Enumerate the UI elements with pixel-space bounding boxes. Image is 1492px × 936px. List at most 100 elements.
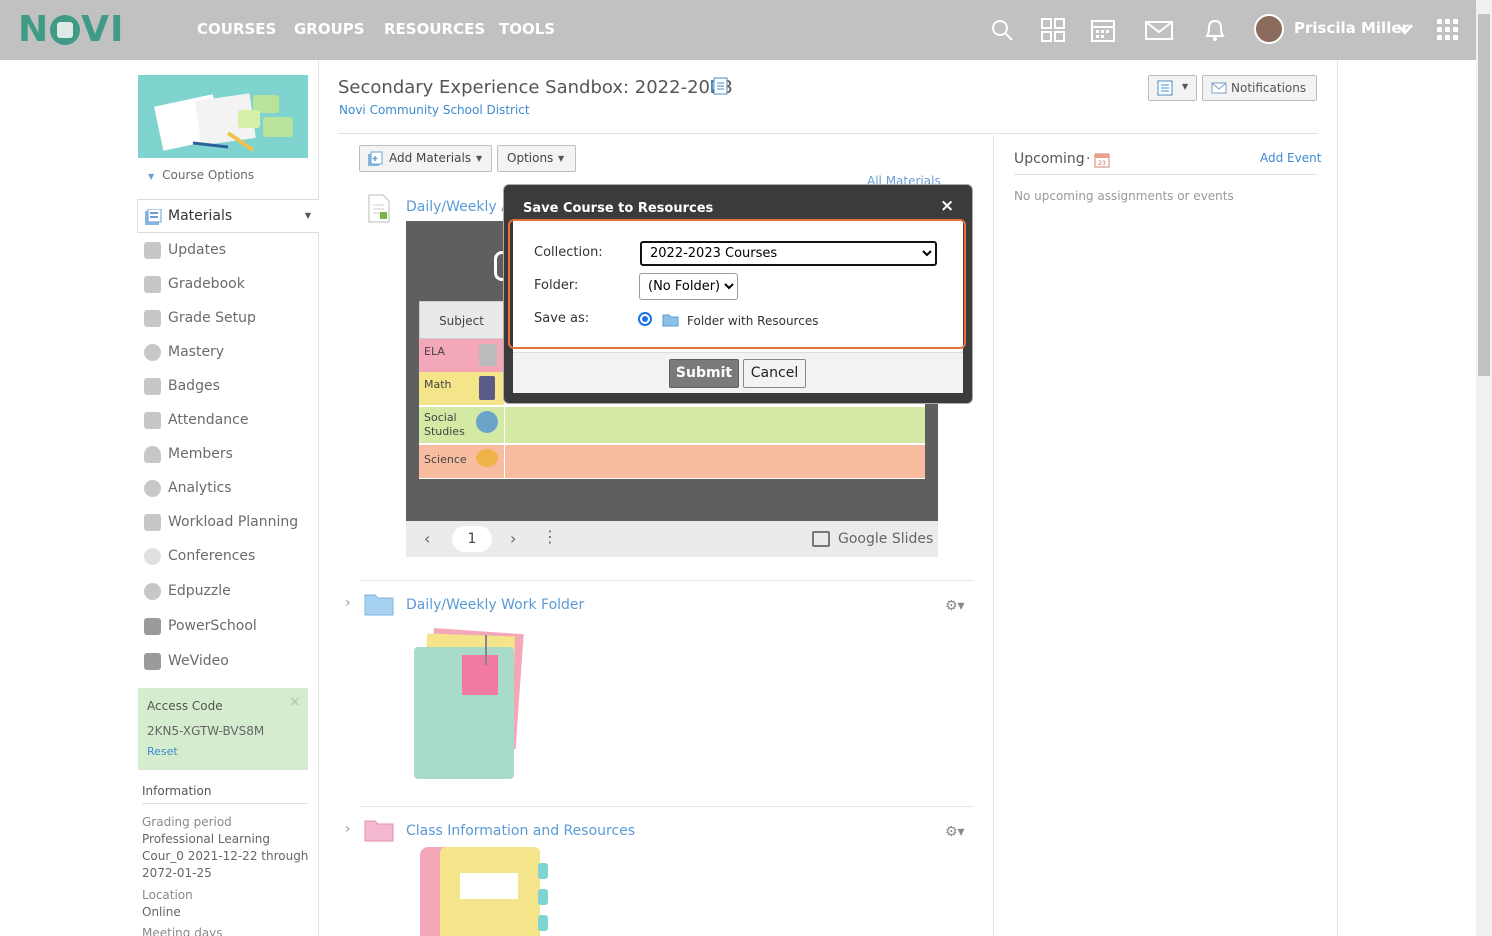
divider bbox=[993, 135, 994, 936]
sidebar-item-gradebook[interactable]: Gradebook bbox=[138, 269, 318, 299]
sidebar-item-edpuzzle[interactable]: Edpuzzle bbox=[138, 576, 318, 606]
sidebar-item-label: Conferences bbox=[168, 548, 256, 564]
apps-grid-icon[interactable] bbox=[1040, 17, 1066, 43]
sidebar-item-label: Members bbox=[168, 446, 233, 462]
sidebar-item-label: PowerSchool bbox=[168, 618, 257, 634]
expand-chevron-icon[interactable]: › bbox=[345, 595, 351, 611]
sidebar-item-powerschool[interactable]: PowerSchool bbox=[138, 611, 318, 641]
sidebar-item-grade-setup[interactable]: Grade Setup bbox=[138, 303, 318, 333]
page-scrollbar[interactable] bbox=[1476, 0, 1492, 936]
close-icon[interactable]: × bbox=[940, 196, 954, 216]
gear-icon[interactable]: ⚙▾ bbox=[945, 598, 965, 614]
slide-row-fill bbox=[505, 445, 925, 478]
analytics-icon bbox=[144, 480, 161, 497]
launcher-grid-icon[interactable] bbox=[1437, 19, 1459, 41]
document-icon bbox=[366, 194, 392, 224]
upcoming-title: Upcoming bbox=[1014, 151, 1085, 167]
members-icon bbox=[144, 446, 161, 463]
slide-row-label: Math bbox=[424, 378, 452, 391]
sidebar-item-label: Gradebook bbox=[168, 276, 245, 292]
sidebar-item-label: Grade Setup bbox=[168, 310, 256, 326]
expand-chevron-icon[interactable]: › bbox=[345, 821, 351, 837]
calendar-icon[interactable]: 23 bbox=[1094, 152, 1110, 168]
calculator-icon bbox=[479, 376, 495, 400]
nav-resources[interactable]: RESOURCES bbox=[384, 20, 485, 38]
google-slides-brand: Google Slides bbox=[838, 531, 934, 547]
mail-icon[interactable] bbox=[1145, 17, 1173, 43]
sidebar-item-workload-planning[interactable]: Workload Planning bbox=[138, 507, 318, 537]
caret-down-icon: ▼ bbox=[476, 154, 483, 163]
folder-title-link[interactable]: Daily/Weekly Work Folder bbox=[406, 597, 584, 613]
slide-row-label: ELA bbox=[424, 345, 445, 358]
dialog-title: Save Course to Resources bbox=[523, 201, 714, 216]
scrollbar-thumb[interactable] bbox=[1478, 14, 1490, 376]
slide-page-number[interactable]: 1 bbox=[452, 526, 492, 552]
close-icon[interactable]: × bbox=[289, 694, 301, 710]
course-profile-icon[interactable] bbox=[711, 77, 729, 95]
slide-row-label: Science bbox=[424, 453, 467, 466]
meeting-days-label: Meeting days bbox=[142, 926, 223, 936]
add-event-link[interactable]: Add Event bbox=[1260, 151, 1321, 165]
options-button[interactable]: Options ▼ bbox=[497, 145, 576, 172]
sidebar-item-badges[interactable]: Badges bbox=[138, 371, 318, 401]
globe-icon bbox=[476, 411, 498, 433]
sidebar-item-materials[interactable]: Materials ▼ bbox=[137, 199, 319, 233]
gear-icon[interactable]: ⚙▾ bbox=[945, 824, 965, 840]
sidebar-item-label: Mastery bbox=[168, 344, 225, 360]
grading-period-line: Professional Learning bbox=[142, 832, 271, 846]
nav-courses[interactable]: COURSES bbox=[197, 20, 276, 38]
divider bbox=[1014, 174, 1317, 175]
slides-nav-bar: ‹ 1 › ⋮ Google Slides bbox=[406, 521, 938, 557]
nav-groups[interactable]: GROUPS bbox=[294, 20, 365, 38]
access-code-panel: Access Code × 2KN5-XGTW-BVS8M Reset bbox=[138, 688, 308, 770]
sidebar-item-conferences[interactable]: Conferences bbox=[138, 541, 318, 571]
submit-button[interactable]: Submit bbox=[669, 359, 739, 388]
sidebar-item-updates[interactable]: Updates bbox=[138, 235, 318, 265]
divider bbox=[318, 60, 319, 936]
folder-icon bbox=[364, 818, 394, 842]
next-slide-icon[interactable]: › bbox=[510, 529, 516, 548]
add-materials-button[interactable]: Add Materials ▼ bbox=[359, 145, 492, 172]
caret-down-icon: ▼ bbox=[1182, 82, 1189, 91]
svg-text:23: 23 bbox=[1098, 160, 1106, 167]
novi-logo[interactable]: N VI bbox=[18, 12, 136, 48]
prev-slide-icon[interactable]: ‹ bbox=[424, 529, 430, 548]
conferences-icon bbox=[144, 548, 161, 565]
cancel-button[interactable]: Cancel bbox=[743, 359, 806, 388]
chevron-down-icon[interactable] bbox=[1396, 22, 1414, 36]
edpuzzle-icon bbox=[144, 583, 161, 600]
bell-icon[interactable] bbox=[1202, 17, 1228, 43]
sidebar-item-wevideo[interactable]: WeVideo bbox=[138, 646, 318, 676]
calendar-icon[interactable] bbox=[1090, 17, 1116, 43]
grade-setup-icon bbox=[144, 310, 161, 327]
divider bbox=[338, 133, 1318, 134]
avatar[interactable] bbox=[1254, 14, 1284, 44]
mail-icon bbox=[1211, 81, 1227, 95]
sidebar-item-label: WeVideo bbox=[168, 653, 229, 669]
divider bbox=[360, 806, 974, 807]
sidebar-item-label: Analytics bbox=[168, 480, 232, 496]
upcoming-empty-text: No upcoming assignments or events bbox=[1014, 189, 1234, 203]
powerschool-icon bbox=[144, 618, 161, 635]
location-value: Online bbox=[142, 905, 181, 919]
folder-icon bbox=[364, 592, 394, 616]
nav-tools[interactable]: TOOLS bbox=[499, 20, 555, 38]
sidebar-item-analytics[interactable]: Analytics bbox=[138, 473, 318, 503]
search-icon[interactable] bbox=[989, 17, 1015, 43]
grading-period-line: Cour_0 2021-12-22 through bbox=[142, 849, 309, 863]
more-options-icon[interactable]: ⋮ bbox=[542, 527, 558, 546]
notifications-button[interactable]: Notifications bbox=[1202, 75, 1317, 101]
district-link[interactable]: Novi Community School District bbox=[339, 103, 530, 117]
reset-access-code-link[interactable]: Reset bbox=[147, 745, 178, 758]
divider bbox=[142, 803, 308, 804]
options-label: Options bbox=[507, 151, 554, 165]
sidebar-item-attendance[interactable]: Attendance bbox=[138, 405, 318, 435]
gradebook-icon bbox=[144, 276, 161, 293]
access-code-title: Access Code bbox=[147, 699, 223, 713]
course-options-link[interactable]: ▼ Course Options bbox=[148, 168, 254, 182]
sidebar-item-members[interactable]: Members bbox=[138, 439, 318, 469]
folder-title-link[interactable]: Class Information and Resources bbox=[406, 823, 635, 839]
user-name[interactable]: Priscila Miller bbox=[1294, 19, 1409, 37]
view-toggle-button[interactable]: ▼ bbox=[1148, 75, 1197, 101]
sidebar-item-mastery[interactable]: Mastery bbox=[138, 337, 318, 367]
